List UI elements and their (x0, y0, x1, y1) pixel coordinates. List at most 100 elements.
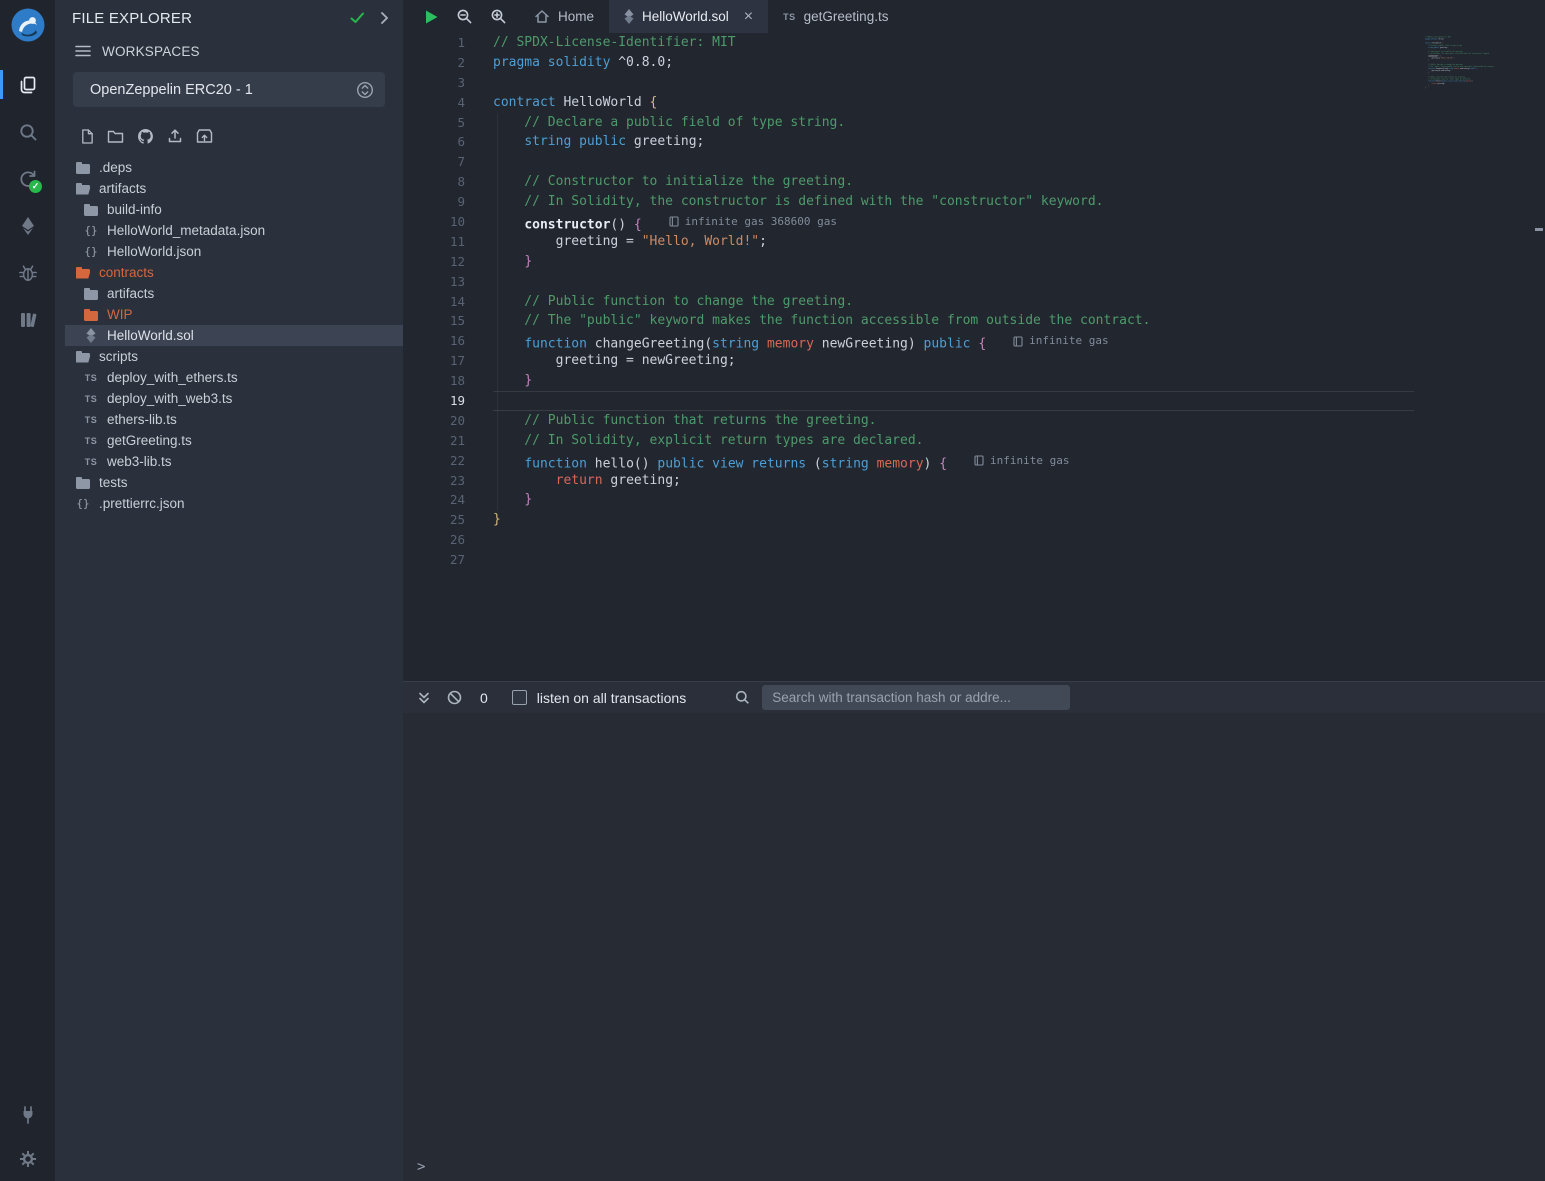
code-line-12[interactable]: 12 } (403, 252, 1414, 272)
tree-item-contracts[interactable]: contracts (55, 262, 403, 283)
code-line-27[interactable]: 27 (403, 550, 1414, 570)
workspace-selector[interactable]: OpenZeppelin ERC20 - 1 (73, 72, 385, 107)
code-line-17[interactable]: 17 greeting = newGreeting; (403, 351, 1414, 371)
code-line-14[interactable]: 14 // Public function to change the gree… (403, 292, 1414, 312)
code-line-9[interactable]: 9 // In Solidity, the constructor is def… (403, 192, 1414, 212)
code-text: // Declare a public field of type string… (493, 113, 1414, 133)
code-text: // The "public" keyword makes the functi… (493, 311, 1414, 331)
tree-item-deploy-with-web3-ts[interactable]: TSdeploy_with_web3.ts (55, 388, 403, 409)
code-line-16[interactable]: 16 function changeGreeting(string memory… (403, 331, 1414, 351)
tree-item-helloworld-metadata-json[interactable]: {}HelloWorld_metadata.json (55, 220, 403, 241)
tree-item-scripts[interactable]: scripts (55, 346, 403, 367)
code-line-26[interactable]: 26 (403, 530, 1414, 550)
ts-icon: TS (83, 457, 99, 467)
code-text: string public greeting; (493, 132, 1414, 152)
tree-item-label: scripts (99, 349, 138, 364)
ts-icon: TS (83, 436, 99, 446)
code-line-3[interactable]: 3 (403, 73, 1414, 93)
code-line-25[interactable]: 25} (403, 510, 1414, 530)
code-line-1[interactable]: 1// SPDX-License-Identifier: MIT (403, 33, 1414, 53)
terminal-output[interactable]: > (403, 713, 1545, 1181)
code-text: return greeting; (493, 471, 1414, 491)
ts-icon: TS (783, 12, 796, 22)
code-text: function hello() public view returns (st… (493, 451, 1414, 471)
tree-item-artifacts[interactable]: artifacts (55, 178, 403, 199)
tree-item-deps[interactable]: .deps (55, 157, 403, 178)
zoom-in-button[interactable] (490, 8, 507, 25)
listen-transactions-checkbox[interactable] (512, 690, 527, 705)
code-line-20[interactable]: 20 // Public function that returns the g… (403, 411, 1414, 431)
upload-file-icon[interactable] (167, 128, 183, 144)
code-line-10[interactable]: 10 constructor() {infinite gas 368600 ga… (403, 212, 1414, 232)
code-editor[interactable]: 1// SPDX-License-Identifier: MIT2pragma … (403, 33, 1545, 681)
tree-item-label: artifacts (107, 286, 154, 301)
line-number: 2 (403, 53, 465, 73)
code-line-19[interactable]: 19 (403, 391, 1414, 411)
code-line-8[interactable]: 8 // Constructor to initialize the greet… (403, 172, 1414, 192)
code-line-23[interactable]: 23 return greeting; (403, 471, 1414, 491)
chevron-right-icon[interactable] (380, 11, 389, 25)
code-line-15[interactable]: 15 // The "public" keyword makes the fun… (403, 311, 1414, 331)
tab-getgreeting-ts[interactable]: TSgetGreeting.ts (768, 0, 903, 33)
code-line-6[interactable]: 6 string public greeting; (403, 132, 1414, 152)
tab-helloworld-sol[interactable]: HelloWorld.sol× (609, 0, 768, 33)
code-line-11[interactable]: 11 greeting = "Hello, World!"; (403, 232, 1414, 252)
expand-terminal-icon[interactable] (417, 691, 431, 705)
unit-testing-icon[interactable] (0, 296, 55, 343)
clone-github-icon[interactable] (137, 128, 154, 145)
new-folder-icon[interactable] (107, 129, 124, 144)
file-explorer-header: FILE EXPLORER (55, 0, 403, 34)
tree-item-helloworld-sol[interactable]: HelloWorld.sol (55, 325, 403, 346)
code-line-2[interactable]: 2pragma solidity ^0.8.0; (403, 53, 1414, 73)
code-line-21[interactable]: 21 // In Solidity, explicit return types… (403, 431, 1414, 451)
folder-icon (83, 204, 99, 216)
tree-item-deploy-with-ethers-ts[interactable]: TSdeploy_with_ethers.ts (55, 367, 403, 388)
terminal-prompt[interactable]: > (417, 1159, 425, 1175)
close-tab-icon[interactable]: × (744, 9, 753, 25)
file-explorer-toolbar (80, 127, 403, 145)
code-text (493, 73, 1414, 93)
tree-item-helloworld-json[interactable]: {}HelloWorld.json (55, 241, 403, 262)
clear-console-icon[interactable] (447, 690, 462, 705)
code-line-4[interactable]: 4contract HelloWorld { (403, 93, 1414, 113)
search-icon[interactable] (0, 108, 55, 155)
new-file-icon[interactable] (80, 128, 94, 145)
minimap-content: // SPDX-License-Identifier: MITpragma so… (1425, 36, 1531, 93)
tree-item-label: web3-lib.ts (107, 454, 172, 469)
tree-item-getgreeting-ts[interactable]: TS getGreeting.ts (55, 430, 403, 451)
run-script-button[interactable] (424, 9, 439, 25)
file-explorer-icon[interactable] (0, 61, 55, 108)
solidity-compiler-icon[interactable]: ✓ (0, 155, 55, 202)
plugin-manager-icon[interactable] (0, 1093, 55, 1137)
editor-scrollbar[interactable] (1533, 33, 1545, 681)
workspaces-menu-icon[interactable] (75, 45, 91, 57)
settings-icon[interactable] (0, 1137, 55, 1181)
file-explorer-title: FILE EXPLORER (72, 10, 350, 27)
tree-item-artifacts[interactable]: artifacts (55, 283, 403, 304)
code-line-5[interactable]: 5 // Declare a public field of type stri… (403, 113, 1414, 133)
file-explorer-panel: FILE EXPLORER WORKSPACES OpenZeppelin ER… (55, 0, 403, 1181)
folder-icon (83, 288, 99, 300)
code-line-7[interactable]: 7 (403, 152, 1414, 172)
tree-item-label: getGreeting.ts (107, 433, 192, 448)
upload-folder-icon[interactable] (196, 128, 213, 144)
code-line-13[interactable]: 13 (403, 272, 1414, 292)
deploy-run-icon[interactable] (0, 202, 55, 249)
code-line-22[interactable]: 22 function hello() public view returns … (403, 451, 1414, 471)
tree-item-tests[interactable]: tests (55, 472, 403, 493)
remix-logo[interactable] (9, 6, 47, 49)
tree-item-ethers-lib-ts[interactable]: TSethers-lib.ts (55, 409, 403, 430)
tree-item-prettierrc-json[interactable]: {}.prettierrc.json (55, 493, 403, 514)
minimap[interactable]: // SPDX-License-Identifier: MITpragma so… (1414, 33, 1533, 681)
code-line-24[interactable]: 24 } (403, 490, 1414, 510)
zoom-out-button[interactable] (456, 8, 473, 25)
debugger-icon[interactable] (0, 249, 55, 296)
tree-item-label: HelloWorld.json (107, 244, 201, 259)
confirm-check-icon[interactable] (350, 12, 365, 24)
tree-item-web3-lib-ts[interactable]: TS web3-lib.ts (55, 451, 403, 472)
code-line-18[interactable]: 18 } (403, 371, 1414, 391)
terminal-search-input[interactable] (762, 685, 1070, 710)
tab-home[interactable]: Home (519, 0, 609, 33)
tree-item-wip[interactable]: WIP (55, 304, 403, 325)
tree-item-build-info[interactable]: build-info (55, 199, 403, 220)
